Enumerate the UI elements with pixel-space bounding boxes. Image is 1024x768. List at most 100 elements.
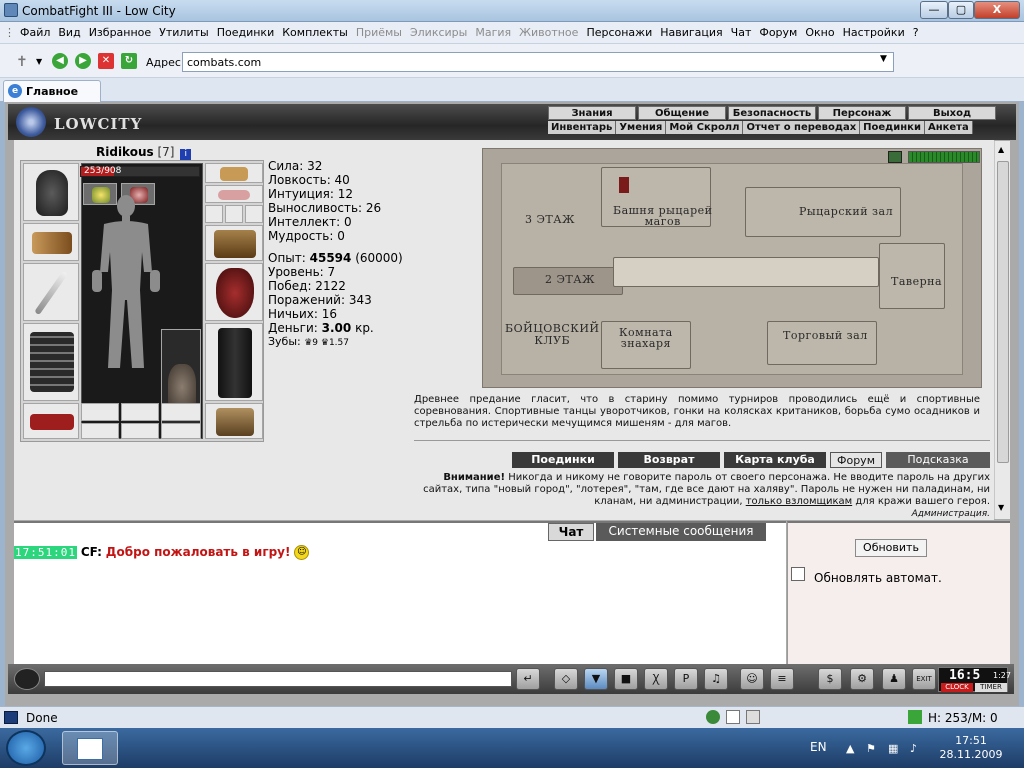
taskbar-app[interactable] xyxy=(62,731,118,765)
ring-slot-4[interactable] xyxy=(225,205,243,223)
filter-icon[interactable]: ▼ xyxy=(584,668,608,690)
sub-nav-item[interactable]: Мой Скролл xyxy=(666,121,744,134)
smiles-icon[interactable]: ☺ xyxy=(740,668,764,690)
menu-item[interactable]: Чат xyxy=(727,26,756,39)
refresh-button[interactable]: Обновить xyxy=(855,539,927,557)
tray-network-icon[interactable]: ▦ xyxy=(888,742,902,756)
address-dropdown-icon[interactable]: ▼ xyxy=(880,54,887,64)
fights-button[interactable]: Поединки xyxy=(512,452,614,468)
bracers-slot[interactable] xyxy=(23,223,79,261)
chat-sender[interactable]: CF: xyxy=(81,545,102,559)
info-icon[interactable]: i xyxy=(180,149,192,160)
floor-3-label[interactable]: 3 ЭТАЖ xyxy=(525,213,575,226)
tab-chat[interactable]: Чат xyxy=(548,523,594,541)
rune-slot-1[interactable] xyxy=(81,403,119,421)
menu-item[interactable]: Навигация xyxy=(656,26,726,39)
moneybag-icon[interactable]: $ xyxy=(818,668,842,690)
sub-nav-item[interactable]: Анкета xyxy=(924,121,973,134)
tray-volume-icon[interactable]: ♪ xyxy=(910,742,924,756)
rune-slot-3[interactable] xyxy=(161,403,201,421)
eraser-icon[interactable]: ◇ xyxy=(554,668,578,690)
floor-2-label[interactable]: 2 ЭТАЖ xyxy=(545,273,595,286)
gloves-slot[interactable] xyxy=(205,225,263,261)
scroll-slot-2[interactable] xyxy=(121,423,159,439)
scroll-slot-3[interactable] xyxy=(161,423,201,439)
back-icon[interactable]: ◀ xyxy=(52,53,68,69)
top-nav-item[interactable]: Персонаж xyxy=(818,106,906,120)
address-input[interactable] xyxy=(182,52,894,72)
return-button[interactable]: Возврат xyxy=(618,452,720,468)
menu-item[interactable]: ? xyxy=(909,26,923,39)
menu-item[interactable]: Комплекты xyxy=(278,26,352,39)
clock-button[interactable]: CLOCK xyxy=(941,683,973,692)
maximize-button[interactable]: ▢ xyxy=(948,1,974,19)
status-lock-icon[interactable] xyxy=(746,710,760,724)
scroll-slot-1[interactable] xyxy=(81,423,119,439)
weapon-slot[interactable] xyxy=(23,263,79,321)
main-scrollbar[interactable]: ▲ ▼ xyxy=(994,141,1010,519)
dropdown-arrow-icon[interactable]: ▼ xyxy=(36,57,42,66)
sub-nav-item[interactable]: Поединки xyxy=(860,121,925,134)
chat-timestamp[interactable]: 17:51:01 xyxy=(14,546,77,559)
menu-item[interactable]: Утилиты xyxy=(155,26,213,39)
helmet-slot[interactable] xyxy=(23,163,79,221)
stickman-icon[interactable]: Ꭓ xyxy=(644,668,668,690)
rune-slot-2[interactable] xyxy=(121,403,159,421)
private-icon[interactable]: P xyxy=(674,668,698,690)
earring-slot[interactable] xyxy=(205,163,263,183)
scroll-up-icon[interactable]: ▲ xyxy=(998,145,1004,154)
trade-hall-label[interactable]: Торговый зал xyxy=(783,329,868,342)
necklace-slot[interactable] xyxy=(205,185,263,203)
auto-refresh-checkbox[interactable] xyxy=(791,567,805,581)
forum-button[interactable]: Форум xyxy=(830,452,882,468)
character-name[interactable]: Ridikous xyxy=(96,145,154,159)
top-nav-item[interactable]: Знания xyxy=(548,106,636,120)
tavern-label[interactable]: Таверна xyxy=(891,275,942,288)
refresh-icon[interactable]: ↻ xyxy=(121,53,137,69)
menu-item[interactable]: Вид xyxy=(54,26,84,39)
translit-icon[interactable]: ≡ xyxy=(770,668,794,690)
send-icon[interactable]: ↵ xyxy=(516,668,540,690)
menu-item[interactable]: Настройки xyxy=(839,26,909,39)
knights-tower-label[interactable]: Башня рыцарей магов xyxy=(613,205,712,227)
start-button[interactable] xyxy=(6,730,46,766)
menu-item[interactable]: Форум xyxy=(755,26,801,39)
cross-icon[interactable]: ✝ xyxy=(16,54,28,70)
ring-slot-5[interactable] xyxy=(245,205,263,223)
save-icon[interactable]: ■ xyxy=(614,668,638,690)
hint-button[interactable]: Подсказка xyxy=(886,452,990,468)
armor-slot[interactable] xyxy=(23,323,79,401)
status-sync-icon[interactable] xyxy=(706,710,720,724)
language-indicator[interactable]: EN xyxy=(810,740,827,754)
top-nav-item[interactable]: Безопасность xyxy=(728,106,816,120)
fight-club-label[interactable]: БОЙЦОВСКИЙ КЛУБ xyxy=(505,323,600,347)
forward-icon[interactable]: ▶ xyxy=(75,53,91,69)
sub-nav-item[interactable]: Отчет о переводах xyxy=(743,121,861,134)
close-button[interactable]: X xyxy=(974,1,1020,19)
sound-icon[interactable]: ♫ xyxy=(704,668,728,690)
tab-system-messages[interactable]: Системные сообщения xyxy=(596,523,766,541)
menu-item[interactable]: Избранное xyxy=(85,26,155,39)
gear-icon[interactable]: ⚙ xyxy=(850,668,874,690)
scroll-down-icon[interactable]: ▼ xyxy=(998,503,1004,512)
sub-nav-item[interactable]: Инвентарь xyxy=(548,121,617,134)
tray-up-icon[interactable]: ▲ xyxy=(846,742,860,756)
scroll-thumb[interactable] xyxy=(997,161,1009,463)
menu-item[interactable]: Окно xyxy=(801,26,838,39)
minimize-button[interactable]: — xyxy=(920,1,948,19)
knights-hall-label[interactable]: Рыцарский зал xyxy=(799,205,893,218)
healer-label[interactable]: Комната знахаря xyxy=(619,327,673,349)
tab-main[interactable]: e Главное xyxy=(3,80,101,102)
sub-nav-item[interactable]: Умения xyxy=(616,121,667,134)
status-refresh-icon[interactable] xyxy=(908,710,922,724)
chat-head-icon[interactable] xyxy=(14,668,40,690)
legs-slot[interactable] xyxy=(205,323,263,401)
exit-icon[interactable]: EXIT xyxy=(912,668,936,690)
top-nav-item[interactable]: Выход xyxy=(908,106,996,120)
belt-slot[interactable] xyxy=(23,403,79,439)
boots-slot[interactable] xyxy=(205,403,263,439)
menu-item[interactable]: Персонажи xyxy=(582,26,656,39)
ring-slot-3[interactable] xyxy=(205,205,223,223)
friends-icon[interactable]: ♟ xyxy=(882,668,906,690)
timer-button[interactable]: TIMER xyxy=(975,683,1007,692)
